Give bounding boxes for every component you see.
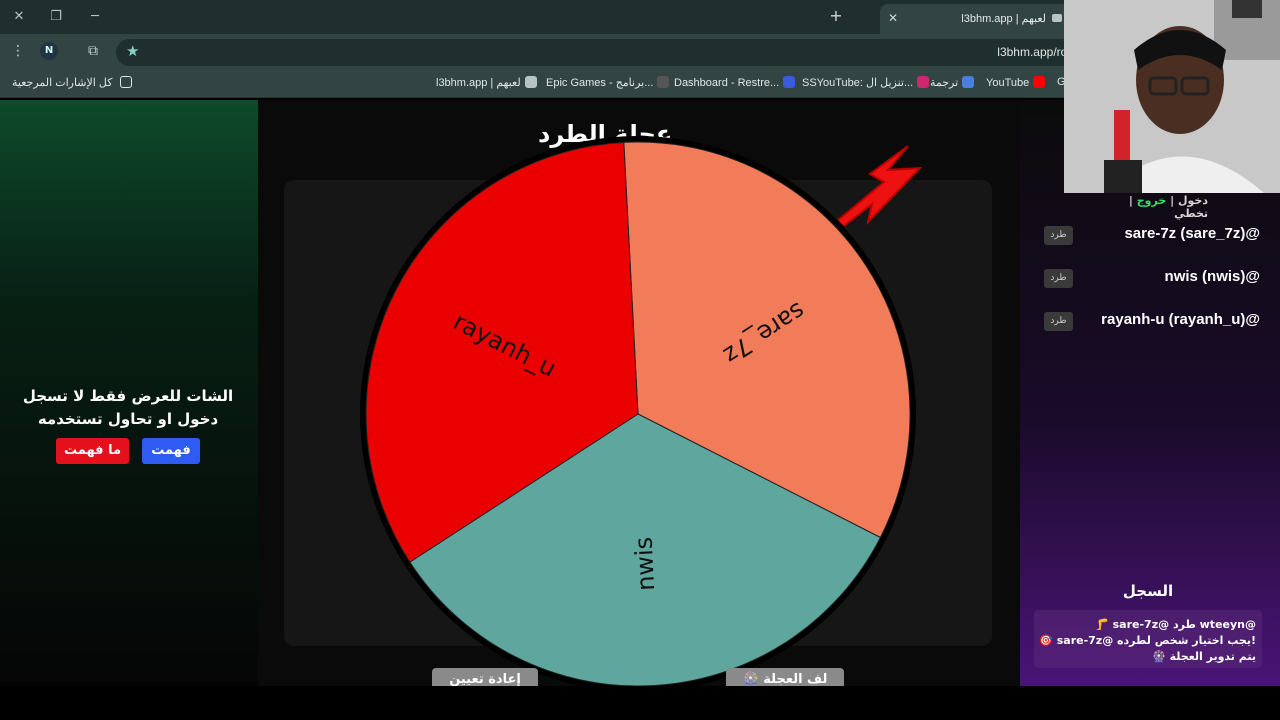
session-controls: دخول | خروج | تخطي: [1128, 194, 1208, 220]
player-row: rayanh-u (rayanh_u)@ طرد: [1040, 306, 1262, 336]
translate-icon: [962, 76, 975, 88]
minimize-window-icon[interactable]: ─: [84, 6, 106, 28]
bookmark-label: SSYouTube: تنزيل ال...: [802, 77, 914, 89]
bookmark-label: Epic Games - برنامج...: [546, 77, 654, 89]
ssyoutube-icon: [917, 76, 930, 88]
skip-link[interactable]: تخطي: [1174, 207, 1208, 220]
wheel-svg: sare_7z nwis rayanh_u: [360, 136, 923, 686]
bookmark-label: YouTube: [986, 77, 1030, 89]
player-name: rayanh-u (rayanh_u)@: [1101, 311, 1260, 328]
log-entry: 🎡 يتم تدوير العجلة: [1152, 650, 1256, 663]
wheel-label-nwis: nwis: [630, 536, 661, 591]
profile-avatar[interactable]: N: [40, 42, 58, 60]
kick-button[interactable]: طرد: [1044, 269, 1073, 288]
wheel-pointer-icon: [837, 145, 923, 227]
bookmark-label: ترجمة: [930, 77, 959, 89]
kick-button[interactable]: طرد: [1044, 312, 1073, 331]
menu-kebab-icon[interactable]: ⋮: [9, 43, 27, 59]
chat-notice-panel: الشات للعرض فقط لا تسجل دخول او تحاول تس…: [0, 100, 258, 686]
not-understood-button[interactable]: ما فهمت: [56, 438, 129, 464]
extensions-icon[interactable]: ⧉: [84, 43, 102, 59]
bookmark-epic[interactable]: Epic Games - برنامج...: [546, 76, 670, 89]
player-row: sare-7z (sare_7z)@ طرد: [1040, 220, 1262, 250]
wheel-area: عجلة الطرد sare_7z nwis rayanh_u 🎡 لف ال…: [258, 100, 1020, 692]
all-bookmarks[interactable]: كل الإشارات المرجعية: [12, 76, 132, 89]
bottom-black-bar: [0, 686, 1280, 720]
player-name: sare-7z (sare_7z)@: [1124, 225, 1260, 242]
log-entry: 🦵 sare-7z@ طرد wteeyn@: [1095, 618, 1256, 631]
player-row: nwis (nwis)@ طرد: [1040, 263, 1262, 293]
player-name: nwis (nwis)@: [1164, 268, 1260, 285]
folder-icon: [119, 76, 132, 88]
streamer-camera-icon: [1064, 0, 1280, 193]
restream-icon: [783, 76, 796, 88]
tab-close-icon[interactable]: ✕: [888, 11, 898, 25]
bookmark-youtube[interactable]: YouTube: [986, 76, 1046, 89]
log-entry: 🎯 sare-7z@ يجب اختيار شخص لطرده!: [1039, 634, 1256, 647]
log-title: السجل: [1122, 582, 1174, 600]
bookmark-l3bhm[interactable]: l3bhm.app | لعبهم: [436, 76, 537, 89]
understood-button[interactable]: فهمت: [142, 438, 200, 464]
address-bar[interactable]: ★ l3bhm.app/roll/nwis: [116, 39, 1116, 66]
l3bhm-icon: [524, 76, 537, 88]
epic-icon: [657, 76, 670, 88]
kick-button[interactable]: طرد: [1044, 226, 1073, 245]
bookmark-label: Dashboard - Restre...: [674, 77, 780, 89]
webcam-overlay: [1064, 0, 1280, 193]
browser-tab[interactable]: ✕ l3bhm.app | لعبهم: [880, 4, 1070, 34]
log-box: 🦵 sare-7z@ طرد wteeyn@ 🎯 sare-7z@ يجب اخ…: [1034, 610, 1262, 668]
close-window-icon[interactable]: ✕: [8, 6, 30, 28]
chat-notice-text: الشات للعرض فقط لا تسجل دخول او تحاول تس…: [22, 387, 234, 428]
new-tab-button[interactable]: +: [826, 6, 846, 26]
bookmark-translate[interactable]: ترجمة: [930, 76, 975, 89]
screen: ✕ ❐ ─ + ✕ l3bhm.app | لعبهم ⋮ N ⧉ ★ l3bh…: [0, 0, 1280, 720]
all-bookmarks-label: كل الإشارات المرجعية: [12, 77, 113, 89]
bookmark-label: l3bhm.app | لعبهم: [436, 77, 521, 89]
bookmark-star-icon[interactable]: ★: [126, 42, 139, 60]
login-link[interactable]: دخول: [1178, 194, 1208, 207]
maximize-window-icon[interactable]: ❐: [45, 6, 67, 28]
tab-favicon-icon: [1052, 14, 1062, 22]
logout-link[interactable]: خروج: [1137, 194, 1167, 207]
bookmark-restream[interactable]: Dashboard - Restre...: [674, 76, 796, 89]
bookmark-ssyoutube[interactable]: SSYouTube: تنزيل ال...: [802, 76, 930, 89]
youtube-icon: [1033, 76, 1046, 88]
tab-title: l3bhm.app | لعبهم: [961, 13, 1046, 25]
